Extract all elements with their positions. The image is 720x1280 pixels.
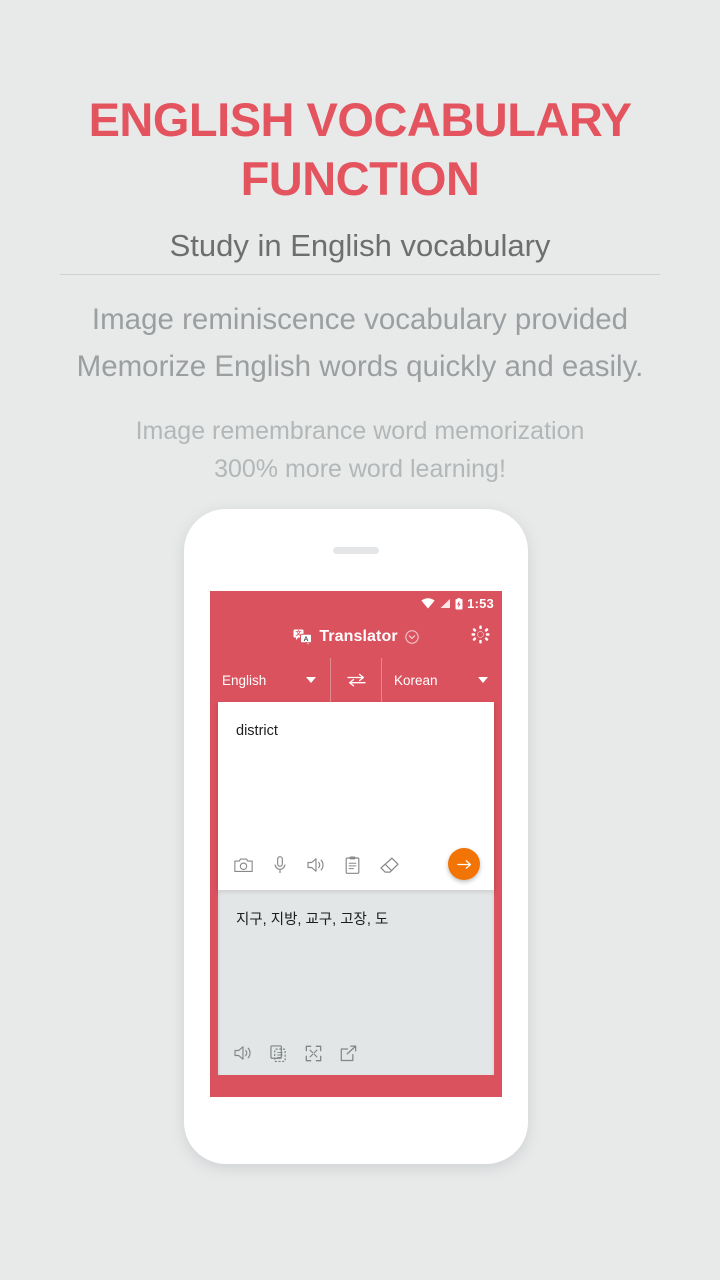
clipboard-icon[interactable] bbox=[345, 856, 360, 874]
promo-header: ENGLISH VOCABULARY FUNCTION Study in Eng… bbox=[0, 0, 720, 266]
fullscreen-icon[interactable] bbox=[305, 1045, 322, 1062]
source-text-input[interactable]: district bbox=[218, 702, 494, 739]
language-bar: English Korean bbox=[210, 658, 502, 702]
phone-mockup: 1:53 文 A Translator English Korean distr… bbox=[184, 509, 528, 1164]
share-icon[interactable] bbox=[340, 1045, 357, 1062]
chevron-down-circle-icon[interactable] bbox=[404, 630, 419, 644]
input-card: district bbox=[218, 702, 494, 890]
eraser-icon[interactable] bbox=[380, 857, 399, 874]
app-title: Translator bbox=[319, 628, 398, 645]
divider bbox=[60, 274, 660, 275]
lead-line-1: Image reminiscence vocabulary provided bbox=[91, 303, 629, 336]
promo-body: Image reminiscence vocabulary provided M… bbox=[0, 296, 720, 488]
translation-panels: district 지구, 지방, 교구, 고장, 도 bbox=[210, 702, 502, 1085]
wifi-icon bbox=[421, 598, 435, 609]
phone-screen: 1:53 文 A Translator English Korean distr… bbox=[210, 591, 502, 1097]
page-subtitle: Study in English vocabulary bbox=[169, 228, 551, 263]
signal-icon bbox=[440, 599, 451, 608]
sub-line-2: 300% more word learning! bbox=[214, 455, 506, 483]
arrow-right-icon bbox=[456, 859, 471, 869]
copy-icon[interactable] bbox=[270, 1044, 287, 1062]
lead-line-2: Memorize English words quickly and easil… bbox=[76, 350, 644, 383]
target-language-label: Korean bbox=[394, 672, 438, 688]
promo-page: ENGLISH VOCABULARY FUNCTION Study in Eng… bbox=[0, 0, 720, 1280]
app-bar: 文 A Translator bbox=[210, 616, 502, 658]
caret-down-icon bbox=[306, 677, 316, 683]
output-toolbar bbox=[218, 1031, 494, 1075]
status-time: 1:53 bbox=[467, 596, 494, 611]
speaker-icon[interactable] bbox=[234, 1045, 252, 1061]
swap-horizontal-icon bbox=[346, 673, 366, 687]
speaker-icon[interactable] bbox=[307, 857, 325, 873]
translated-text: 지구, 지방, 교구, 고장, 도 bbox=[236, 912, 389, 928]
output-card: 지구, 지방, 교구, 고장, 도 bbox=[218, 890, 494, 1075]
swap-languages-button[interactable] bbox=[330, 658, 382, 702]
translate-icon: 文 A bbox=[293, 629, 313, 646]
target-language-select[interactable]: Korean bbox=[382, 658, 502, 702]
status-bar: 1:53 bbox=[210, 591, 502, 616]
source-language-label: English bbox=[222, 672, 267, 688]
translate-submit-button[interactable] bbox=[448, 848, 480, 880]
earpiece-speaker bbox=[333, 547, 379, 554]
sub-line-1: Image remembrance word memorization bbox=[135, 417, 585, 445]
microphone-icon[interactable] bbox=[273, 856, 287, 874]
battery-charging-icon bbox=[455, 597, 463, 609]
settings-button[interactable] bbox=[471, 625, 490, 649]
input-toolbar bbox=[218, 840, 494, 890]
page-title: ENGLISH VOCABULARY FUNCTION bbox=[88, 93, 632, 205]
source-language-select[interactable]: English bbox=[210, 658, 330, 702]
svg-text:A: A bbox=[304, 635, 309, 642]
caret-down-icon bbox=[478, 677, 488, 683]
gear-icon bbox=[471, 625, 490, 644]
camera-icon[interactable] bbox=[234, 857, 253, 873]
app-title-group[interactable]: 文 A Translator bbox=[293, 628, 419, 646]
